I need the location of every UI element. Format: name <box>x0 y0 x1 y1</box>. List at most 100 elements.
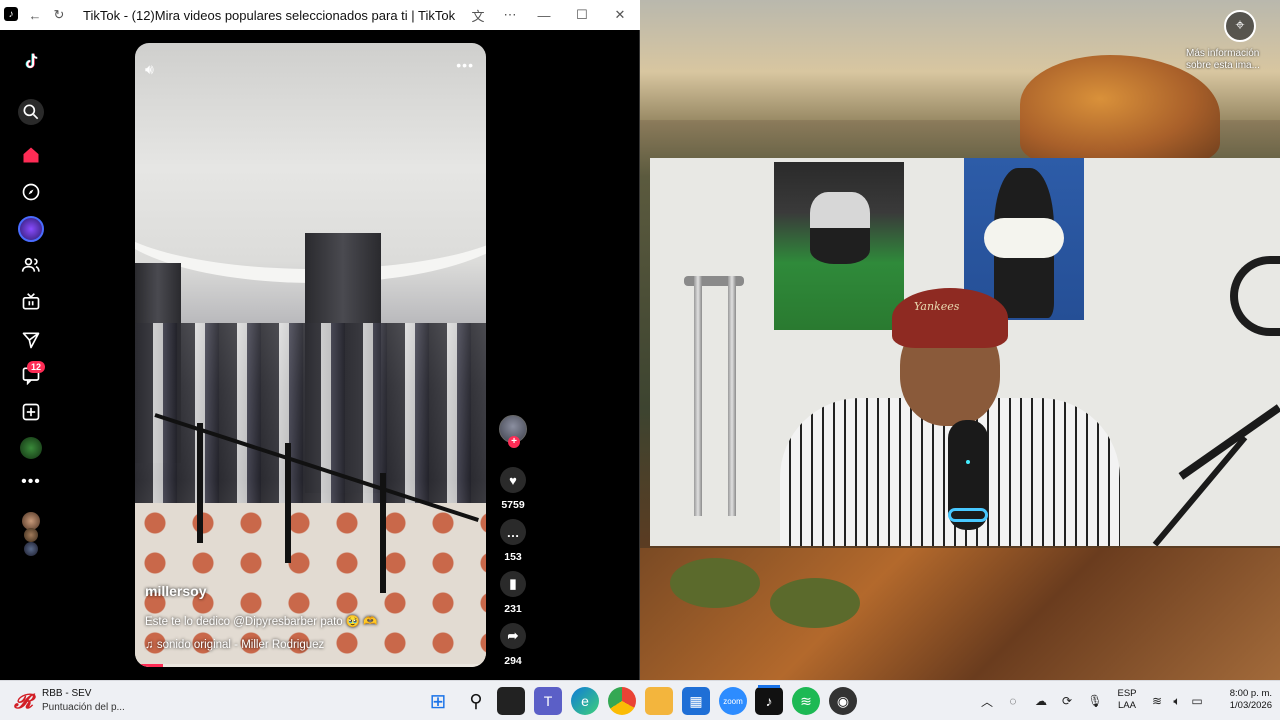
profile-icon[interactable] <box>20 437 42 459</box>
image-info-text[interactable]: Más información sobre esta ima... <box>1186 48 1276 72</box>
video-sound-label: sonido original - Miller Rodriguez <box>156 639 325 651</box>
tiktok-logo-svg <box>25 53 38 69</box>
tray-chevron-icon[interactable]: ︿ <box>978 687 996 715</box>
send-svg <box>22 332 40 349</box>
keyboard-layout: LAA <box>1118 700 1136 711</box>
video-sound[interactable]: ♫ sonido original - Miller Rodriguez <box>145 639 324 651</box>
teams-icon[interactable]: T <box>534 687 562 715</box>
video-caption[interactable]: Este te lo dedico @Dipyresbarber pato 🥹 … <box>145 614 378 628</box>
microphone-led <box>966 460 970 464</box>
webcam-overlay: Yankees <box>650 158 1280 546</box>
tray-sync-icon[interactable]: ⟳ <box>1058 687 1076 715</box>
following-avatar-icon[interactable] <box>24 528 38 542</box>
battery-icon[interactable]: ▭ <box>1188 687 1206 715</box>
minimize-icon[interactable]: — <box>534 5 554 25</box>
wifi-icon[interactable]: ≋ <box>1148 687 1166 715</box>
taskbar-widget[interactable]: 𝓡 RBB - SEV Puntuación del p... <box>14 687 214 715</box>
follow-plus-icon[interactable]: + <box>508 436 520 448</box>
tiktok-icon[interactable]: ♪ <box>755 687 783 715</box>
cap-logo: Yankees <box>914 300 960 313</box>
following-avatar-icon[interactable] <box>24 542 38 556</box>
poster-scarf <box>984 218 1064 258</box>
video-progress-bar[interactable] <box>135 664 486 667</box>
save-count: 231 <box>504 603 522 615</box>
zoom-icon[interactable]: zoom <box>719 687 747 715</box>
people-svg <box>21 257 40 272</box>
tray-cloud-icon[interactable]: ☁ <box>1032 687 1050 715</box>
store-icon[interactable]: ▦ <box>682 687 710 715</box>
video-post <box>380 473 386 593</box>
microphone <box>948 420 988 530</box>
share-button[interactable]: ➦ 294 <box>496 623 530 667</box>
poster-mask <box>810 228 870 264</box>
clock[interactable]: 8:00 p. m. 1/03/2026 <box>1208 688 1272 712</box>
file-explorer-icon[interactable] <box>645 687 673 715</box>
heart-icon[interactable]: ♥ <box>500 467 526 493</box>
close-icon[interactable]: ✕ <box>610 5 630 25</box>
crutch-bar <box>694 276 702 516</box>
crutch <box>684 276 744 546</box>
tray-mic-icon[interactable]: 🎙︎ <box>1086 687 1104 715</box>
save-button[interactable]: ▮ 231 <box>496 571 530 615</box>
task-view-icon[interactable] <box>497 687 525 715</box>
language-indicator[interactable]: ESP LAA <box>1112 688 1142 712</box>
tv-icon[interactable] <box>19 290 43 314</box>
sidebar: 12 ••• <box>0 30 62 680</box>
search-icon[interactable]: ⚲ <box>462 687 490 715</box>
clock-time: 8:00 p. m. <box>1229 688 1272 699</box>
upload-svg <box>22 403 40 421</box>
wallpaper-bush <box>670 558 760 608</box>
image-info-icon[interactable]: ⌖ <box>1224 10 1256 42</box>
comment-count: 153 <box>504 551 522 563</box>
volume-icon[interactable]: 🔊︎ <box>145 61 154 78</box>
bookmark-icon[interactable]: ▮ <box>500 571 526 597</box>
wallpaper-ground <box>640 548 1280 680</box>
live-avatar-icon[interactable] <box>18 216 44 242</box>
more-icon[interactable]: ••• <box>19 470 43 494</box>
compass-icon[interactable] <box>19 180 43 204</box>
wallpaper-bush <box>770 578 860 628</box>
translate-icon[interactable]: 文 <box>468 5 488 25</box>
video-player[interactable]: 🔊︎ ••• millersoy Este te lo dedico @Dipy… <box>135 43 486 667</box>
obs-icon[interactable]: ◉ <box>829 687 857 715</box>
more-icon[interactable]: ⋯ <box>500 5 520 25</box>
spotify-icon[interactable]: ≋ <box>792 687 820 715</box>
clock-date: 1/03/2026 <box>1229 700 1272 711</box>
taskbar: 𝓡 RBB - SEV Puntuación del p... ⊞ ⚲ T e … <box>0 680 1280 720</box>
home-svg <box>23 147 39 163</box>
home-icon[interactable] <box>19 143 43 167</box>
avatar[interactable]: + <box>499 415 527 448</box>
people-icon[interactable] <box>19 253 43 277</box>
title-bar: ♪ ← ↻ TikTok - (12)Mira videos populares… <box>0 0 640 30</box>
music-note-icon: ♫ <box>145 639 157 651</box>
comment-icon[interactable]: … <box>500 519 526 545</box>
maximize-icon[interactable]: ☐ <box>572 5 592 25</box>
edge-icon[interactable]: e <box>571 687 599 715</box>
send-icon[interactable] <box>19 328 43 352</box>
chrome-icon[interactable] <box>608 687 636 715</box>
crutch-bar <box>728 276 736 516</box>
comment-button[interactable]: … 153 <box>496 519 530 563</box>
widget-subtitle: Puntuación del p... <box>42 702 125 713</box>
video-post <box>197 423 203 543</box>
windows-start-icon[interactable]: ⊞ <box>424 687 452 715</box>
tray-app-icon[interactable]: ◌ <box>1004 687 1022 715</box>
like-button[interactable]: ♥ 5759 <box>496 467 530 511</box>
search-icon[interactable] <box>18 99 44 125</box>
mic-arm <box>1152 435 1248 546</box>
video-more-icon[interactable]: ••• <box>456 57 474 73</box>
back-icon[interactable]: ← <box>25 5 45 25</box>
language-code: ESP <box>1117 688 1137 699</box>
creator-avatar[interactable]: + <box>496 415 530 448</box>
refresh-icon[interactable]: ↻ <box>49 5 69 25</box>
upload-icon[interactable] <box>19 400 43 424</box>
tiktok-logo-icon[interactable] <box>19 50 43 74</box>
microphone-ring <box>948 508 988 522</box>
volume-icon[interactable]: 🔈︎ <box>1168 687 1186 715</box>
share-icon[interactable]: ➦ <box>500 623 526 649</box>
mic-arm <box>1178 404 1280 480</box>
video-progress-fill <box>135 664 164 667</box>
video-author[interactable]: millersoy <box>145 583 206 599</box>
active-app-indicator <box>758 685 780 688</box>
window-title: TikTok - (12)Mira videos populares selec… <box>83 8 456 23</box>
